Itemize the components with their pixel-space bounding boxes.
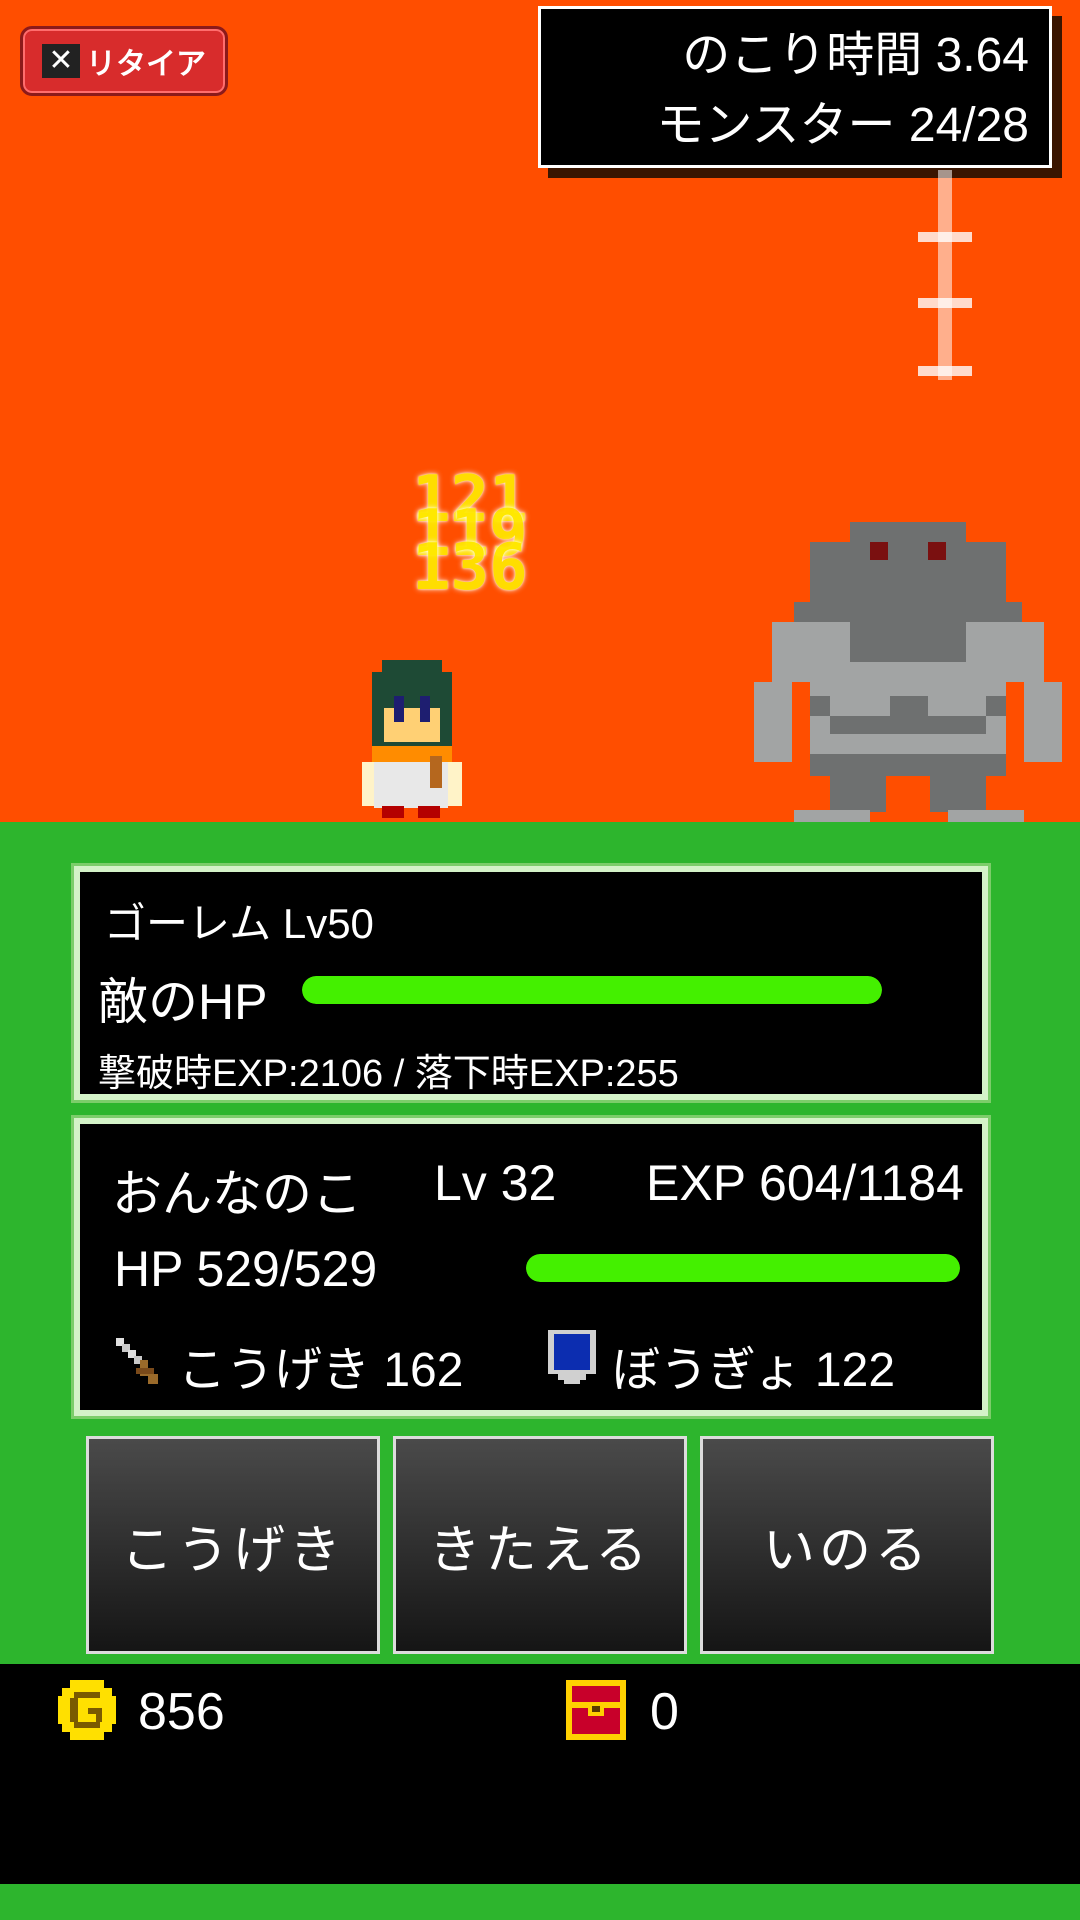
footer-bar: 856 0 [0, 1664, 1080, 1884]
enemy-hp-bar-fill [302, 976, 882, 1004]
player-defense: ぼうぎょ 122 [612, 1344, 896, 1397]
player-level: Lv 32 [434, 1155, 557, 1211]
retire-button[interactable]: ✕ リタイア [20, 26, 228, 96]
gold-amount: 856 [138, 1683, 225, 1741]
enemy-hp-label: 敵のHP [98, 974, 268, 1030]
shield-icon [548, 1330, 596, 1384]
player-hp-bar-fill [526, 1254, 960, 1282]
treasure-chest-icon [566, 1680, 626, 1740]
sword-icon [116, 1338, 158, 1384]
battle-info-panel: のこり時間 3.64 モンスター 24/28 [538, 6, 1052, 168]
train-button[interactable]: きたえる [393, 1436, 687, 1654]
golem-enemy-sprite [754, 522, 1062, 822]
enemy-hp-bar [302, 976, 882, 1004]
attack-button[interactable]: こうげき [86, 1436, 380, 1654]
enemy-name: ゴーレム Lv50 [104, 900, 374, 947]
enemy-status-panel: ゴーレム Lv50 敵のHP 撃破時EXP:2106 / 落下時EXP:255 [71, 863, 991, 1103]
damage-number: 136 [412, 531, 528, 605]
chest-count: 0 [650, 1683, 679, 1741]
player-status-panel: おんなのこ Lv 32 EXP 604/1184 HP 529/529 こうげき… [71, 1115, 991, 1419]
retire-label: リタイア [86, 47, 206, 82]
player-name: おんなのこ [112, 1166, 362, 1222]
battle-scene: ✕ リタイア のこり時間 3.64 モンスター 24/28 121 119 13… [0, 0, 1080, 822]
enemy-exp-info: 撃破時EXP:2106 / 落下時EXP:255 [98, 1053, 679, 1095]
pray-button[interactable]: いのる [700, 1436, 994, 1654]
gold-coin-icon [58, 1680, 116, 1740]
bottom-strip [0, 1884, 1080, 1920]
monster-count: モンスター 24/28 [656, 99, 1030, 152]
player-exp: EXP 604/1184 [646, 1155, 964, 1211]
girl-hero-sprite [362, 660, 462, 818]
player-hp-bar [526, 1254, 960, 1282]
close-icon: ✕ [42, 44, 80, 78]
time-remaining: のこり時間 3.64 [682, 29, 1029, 82]
player-hp: HP 529/529 [114, 1241, 378, 1297]
player-attack: こうげき 162 [178, 1344, 464, 1397]
hit-effect [900, 170, 990, 390]
